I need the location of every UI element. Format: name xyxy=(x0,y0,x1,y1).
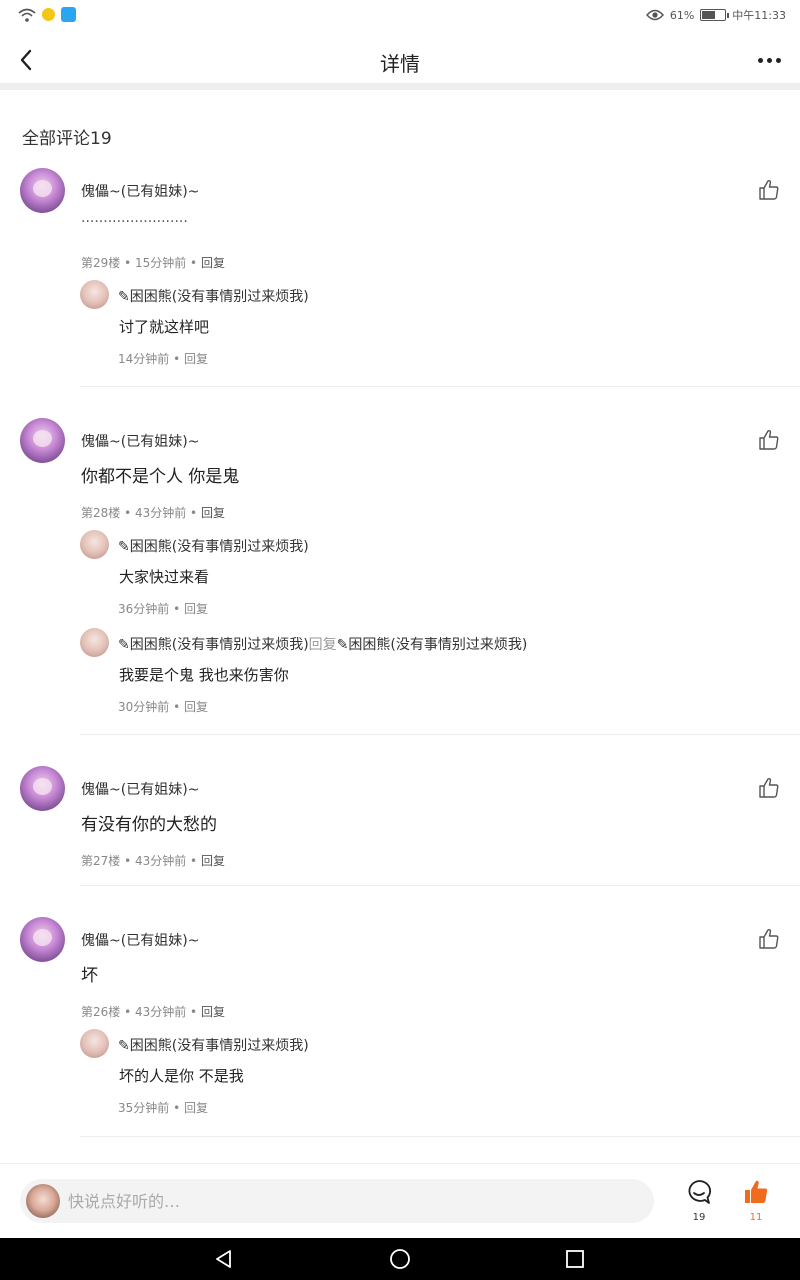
comment-author[interactable]: 傀儡~(已有姐妹)~ xyxy=(81,431,199,451)
comment-count: 19 xyxy=(692,1212,706,1223)
comment-content: 坏 xyxy=(81,966,98,986)
reply-content: 坏的人是你 不是我 xyxy=(119,1067,244,1085)
like-button[interactable] xyxy=(758,179,780,201)
more-button[interactable] xyxy=(754,50,784,70)
avatar[interactable] xyxy=(20,418,65,463)
thumbs-up-icon xyxy=(759,429,779,450)
avatar[interactable] xyxy=(20,766,65,811)
avatar[interactable] xyxy=(20,168,65,213)
avatar[interactable] xyxy=(80,1029,109,1058)
nav-recents-button[interactable] xyxy=(564,1248,586,1270)
more-dots-icon xyxy=(757,57,763,63)
like-button[interactable] xyxy=(758,928,780,950)
divider xyxy=(80,1136,800,1137)
status-bar: 61% 中午11:33 xyxy=(0,0,800,32)
reply-meta-text: 30分钟前 • xyxy=(118,700,184,714)
comment-meta: 第27楼 • 43分钟前 • 回复 xyxy=(81,852,225,869)
more-dot xyxy=(775,57,781,63)
eye-icon xyxy=(645,9,664,21)
divider xyxy=(80,386,800,387)
reply-author[interactable]: ✎困困熊(没有事情别过来烦我) xyxy=(118,286,309,306)
reply-meta: 14分钟前 • 回复 xyxy=(118,350,208,367)
reply-content: 大家快过来看 xyxy=(119,568,210,586)
like-button[interactable] xyxy=(758,429,780,451)
divider xyxy=(80,885,800,886)
reply-link[interactable]: 回复 xyxy=(184,352,208,366)
battery-icon xyxy=(700,9,730,21)
comment-input[interactable] xyxy=(68,1179,638,1223)
thumbs-up-icon xyxy=(759,179,779,200)
divider xyxy=(80,734,800,735)
reply-meta: 36分钟前 • 回复 xyxy=(118,600,208,617)
reply-author[interactable]: ✎困困熊(没有事情别过来烦我) xyxy=(118,536,309,556)
comment-meta-text: 第29楼 • 15分钟前 • xyxy=(81,256,201,270)
reply-link[interactable]: 回复 xyxy=(184,602,208,616)
comment-bubble-icon xyxy=(688,1180,712,1204)
more-dot xyxy=(766,57,772,63)
comment-author[interactable]: 傀儡~(已有姐妹)~ xyxy=(81,930,199,950)
reply-link[interactable]: 回复 xyxy=(201,506,225,520)
square-recents-icon xyxy=(566,1250,584,1268)
comment-meta: 第29楼 • 15分钟前 • 回复 xyxy=(81,254,225,271)
reply-author[interactable]: ✎困困熊(没有事情别过来烦我) xyxy=(118,1035,309,1055)
reply-link[interactable]: 回复 xyxy=(201,854,225,868)
comment-meta-text: 第28楼 • 43分钟前 • xyxy=(81,506,201,520)
reply-meta-text: 35分钟前 • xyxy=(118,1101,184,1115)
system-nav-bar xyxy=(0,1238,800,1280)
comment-author[interactable]: 傀儡~(已有姐妹)~ xyxy=(81,181,199,201)
comment-meta: 第26楼 • 43分钟前 • 回复 xyxy=(81,1003,225,1020)
reply-content: 讨了就这样吧 xyxy=(119,318,210,336)
circle-home-icon xyxy=(390,1249,410,1269)
nav-home-button[interactable] xyxy=(389,1248,411,1270)
reply-link[interactable]: 回复 xyxy=(201,256,225,270)
avatar[interactable] xyxy=(80,280,109,309)
battery-percent: 61% xyxy=(669,8,695,22)
comment-meta-text: 第26楼 • 43分钟前 • xyxy=(81,1005,201,1019)
comment-author[interactable]: 傀儡~(已有姐妹)~ xyxy=(81,779,199,799)
thumbs-up-icon xyxy=(759,777,779,798)
page-title: 详情 xyxy=(380,52,420,76)
comment-content: ························ xyxy=(81,214,188,230)
reply-link[interactable]: 回复 xyxy=(184,700,208,714)
status-time: 中午11:33 xyxy=(732,9,786,22)
comment-input-box[interactable] xyxy=(20,1179,654,1223)
reply-meta-text: 14分钟前 • xyxy=(118,352,184,366)
reply-meta: 35分钟前 • 回复 xyxy=(118,1099,208,1116)
reply-author-name[interactable]: ✎困困熊(没有事情别过来烦我) xyxy=(118,637,309,653)
reply-to-label: 回复 xyxy=(308,637,337,653)
reply-meta: 30分钟前 • 回复 xyxy=(118,698,208,715)
comment-content: 你都不是个人 你是鬼 xyxy=(81,467,240,487)
header: 详情 xyxy=(0,32,800,90)
nav-back-button[interactable] xyxy=(213,1248,235,1270)
avatar xyxy=(26,1184,60,1218)
triangle-back-icon xyxy=(216,1250,231,1268)
comments-button[interactable]: 19 xyxy=(684,1178,714,1224)
like-button[interactable] xyxy=(758,777,780,799)
thumbs-up-icon xyxy=(759,928,779,949)
like-post-button[interactable]: 11 xyxy=(741,1178,771,1224)
reply-link[interactable]: 回复 xyxy=(201,1005,225,1019)
reply-meta-text: 36分钟前 • xyxy=(118,602,184,616)
app-notification-icon xyxy=(42,8,55,21)
comment-meta-text: 第27楼 • 43分钟前 • xyxy=(81,854,201,868)
comments-heading: 全部评论19 xyxy=(22,129,112,149)
avatar[interactable] xyxy=(20,917,65,962)
like-count: 11 xyxy=(749,1212,763,1223)
reply-link[interactable]: 回复 xyxy=(184,1101,208,1115)
reply-content: 我要是个鬼 我也来伤害你 xyxy=(119,666,289,684)
comment-input-bar: 19 11 xyxy=(0,1163,800,1238)
wifi-icon xyxy=(18,8,36,22)
comment-meta: 第28楼 • 43分钟前 • 回复 xyxy=(81,504,225,521)
thumbs-up-icon xyxy=(745,1180,768,1203)
app-notification-icon xyxy=(61,7,76,22)
reply-to-name[interactable]: ✎困困熊(没有事情别过来烦我) xyxy=(337,637,528,653)
reply-author[interactable]: ✎困困熊(没有事情别过来烦我)回复✎困困熊(没有事情别过来烦我) xyxy=(118,634,527,654)
comment-content: 有没有你的大愁的 xyxy=(81,815,217,835)
avatar[interactable] xyxy=(80,530,109,559)
avatar[interactable] xyxy=(80,628,109,657)
